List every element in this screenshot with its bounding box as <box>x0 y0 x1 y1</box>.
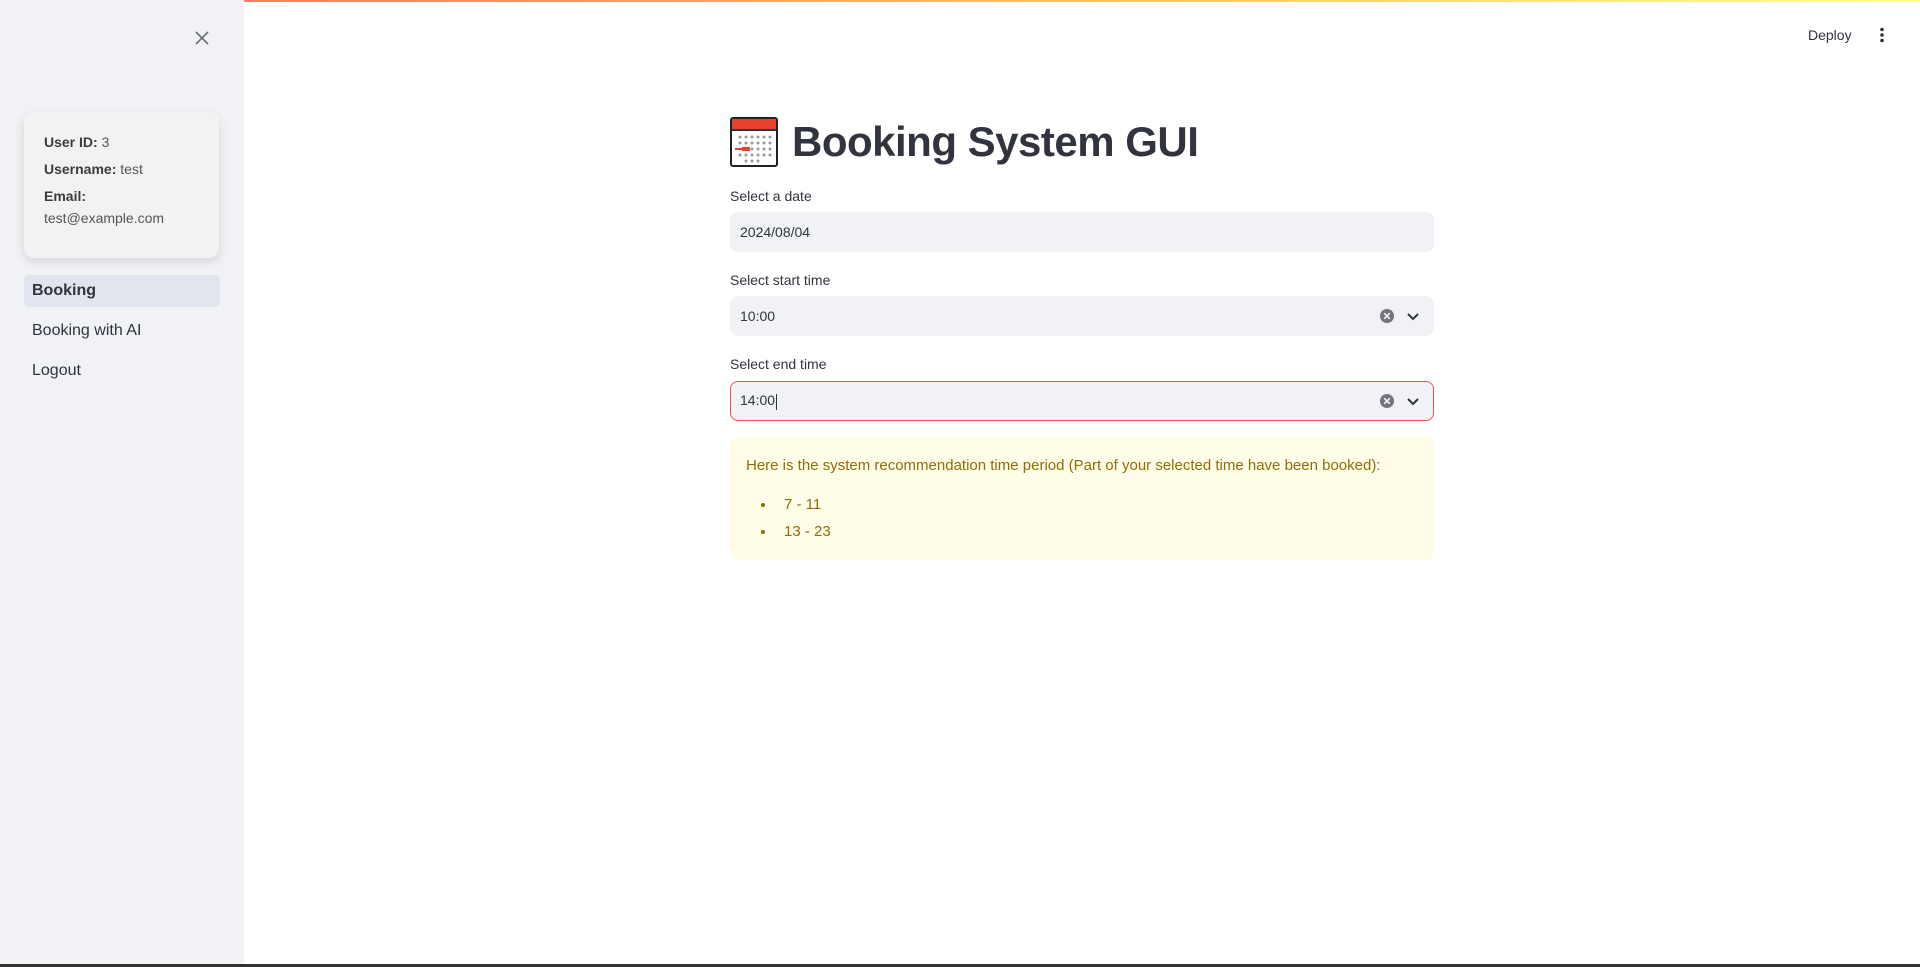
sidebar-item-logout[interactable]: Logout <box>24 355 220 387</box>
more-vertical-icon <box>1880 27 1884 43</box>
username-row: Username: test <box>44 159 199 179</box>
page-title: Booking System GUI <box>792 118 1199 165</box>
list-item: 13 - 23 <box>776 518 1418 545</box>
main-menu-button[interactable] <box>1872 22 1892 48</box>
list-item: 7 - 11 <box>776 491 1418 518</box>
start-time-value: 10:00 <box>740 308 776 324</box>
user-id-label: User ID: <box>44 134 98 150</box>
date-input[interactable]: 2024/08/04 <box>730 212 1434 252</box>
end-time-label: Select end time <box>730 356 827 372</box>
username-label: Username: <box>44 161 117 177</box>
sidebar-item-booking[interactable]: Booking <box>24 275 220 307</box>
username-value: test <box>120 161 143 177</box>
deploy-button[interactable]: Deploy <box>1800 23 1860 47</box>
end-time-value: 14:00 <box>740 392 776 409</box>
start-time-select[interactable]: 10:00 <box>730 296 1434 336</box>
user-id-value: 3 <box>101 134 110 150</box>
calendar-icon <box>730 117 778 167</box>
chevron-down-icon[interactable] <box>1405 393 1421 409</box>
user-id-row: User ID: 3 <box>44 132 199 152</box>
date-field-label: Select a date <box>730 188 812 204</box>
start-time-label: Select start time <box>730 272 831 288</box>
clear-start-time-icon[interactable] <box>1379 308 1395 324</box>
app-root: User ID: 3 Username: test Email: test@ex… <box>0 0 1920 967</box>
recommendation-alert: Here is the system recommendation time p… <box>730 437 1434 560</box>
clear-end-time-icon[interactable] <box>1379 393 1395 409</box>
close-icon <box>195 31 209 45</box>
sidebar-nav: Booking Booking with AI Logout <box>24 275 220 395</box>
sidebar-item-booking-with-ai[interactable]: Booking with AI <box>24 315 220 347</box>
sidebar: User ID: 3 Username: test Email: test@ex… <box>0 0 244 967</box>
close-sidebar-button[interactable] <box>188 24 216 52</box>
end-time-select[interactable]: 14:00 <box>730 381 1434 421</box>
text-caret <box>776 393 778 410</box>
user-info-card: User ID: 3 Username: test Email: test@ex… <box>24 112 219 258</box>
end-time-input-area[interactable]: 14:00 <box>740 392 1379 410</box>
page-title-row: Booking System GUI <box>730 115 1199 169</box>
email-label: Email: <box>44 188 87 204</box>
email-value: test@example.com <box>44 210 165 226</box>
date-input-value: 2024/08/04 <box>740 224 811 240</box>
recommendation-list: 7 - 11 13 - 23 <box>746 491 1418 545</box>
recommendation-message: Here is the system recommendation time p… <box>746 457 1381 474</box>
email-row: Email: test@example.com <box>44 186 199 228</box>
top-decoration-stripe <box>0 0 1920 2</box>
chevron-down-icon[interactable] <box>1405 308 1421 324</box>
